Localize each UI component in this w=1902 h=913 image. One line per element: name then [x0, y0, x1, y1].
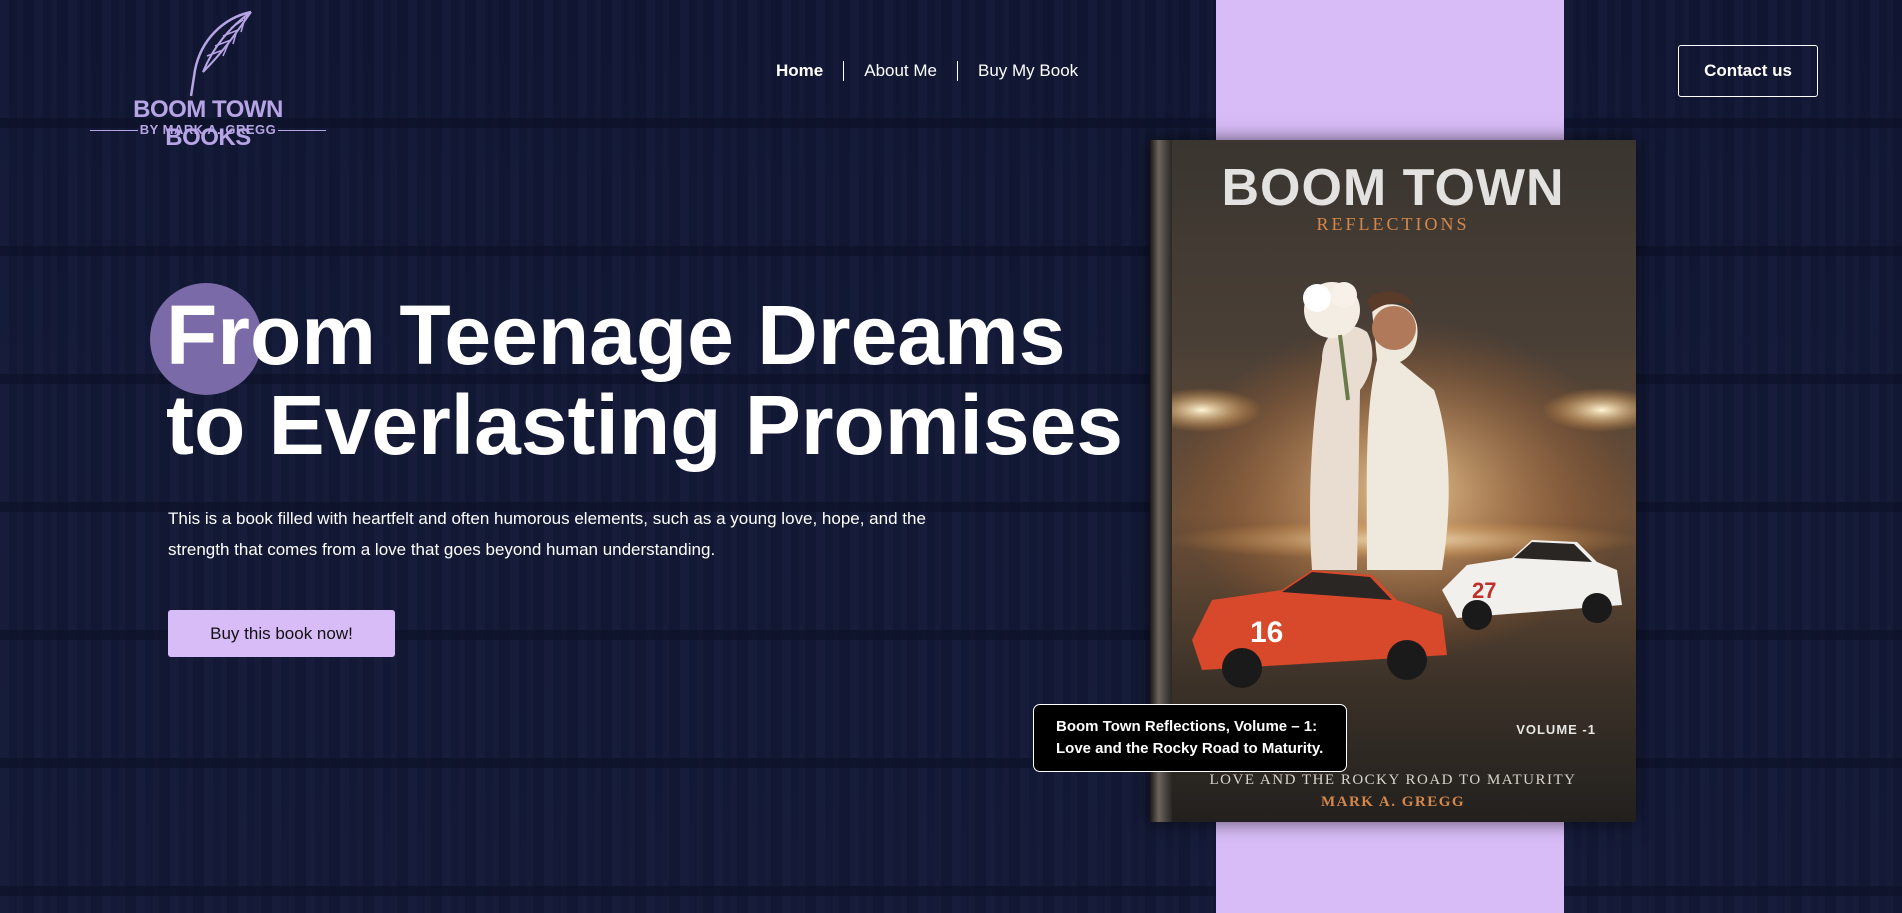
tooltip-line-2: Love and the Rocky Road to Maturity. [1056, 740, 1324, 757]
book-title: BOOM TOWN [1221, 159, 1565, 217]
book-author: MARK A. GREGG [1320, 794, 1466, 810]
nav-item-home[interactable]: Home [776, 60, 843, 82]
nav-item-buy-my-book[interactable]: Buy My Book [958, 60, 1098, 82]
book-volume: VOLUME -1 [1516, 722, 1596, 737]
headline-line-2: to Everlasting Promises [166, 378, 1124, 472]
svg-text:16: 16 [1250, 616, 1283, 649]
tooltip-line-1: Boom Town Reflections, Volume – 1: [1056, 718, 1318, 735]
book-subtitle: REFLECTIONS [1316, 214, 1470, 234]
feather-icon [189, 10, 252, 97]
contact-us-button[interactable]: Contact us [1678, 45, 1818, 97]
logo-divider-right [278, 130, 326, 131]
site-logo[interactable]: BOOM TOWN BOOKS BY MARK A. GREGG [88, 10, 328, 151]
buy-book-button[interactable]: Buy this book now! [168, 610, 395, 657]
svg-text:27: 27 [1472, 578, 1496, 603]
hero-headline: From Teenage Dreams to Everlasting Promi… [166, 290, 1123, 470]
nav-item-about-me[interactable]: About Me [844, 60, 957, 82]
headline-line-1: From Teenage Dreams [166, 288, 1066, 382]
book-cover-illustration: 16 27 [1172, 282, 1636, 688]
book-tagline: LOVE AND THE ROCKY ROAD TO MATURITY [1209, 772, 1577, 788]
book-tooltip: Boom Town Reflections, Volume – 1: Love … [1033, 704, 1347, 772]
main-nav: Home About Me Buy My Book [776, 60, 1098, 82]
hero-description: This is a book filled with heartfelt and… [168, 509, 926, 559]
